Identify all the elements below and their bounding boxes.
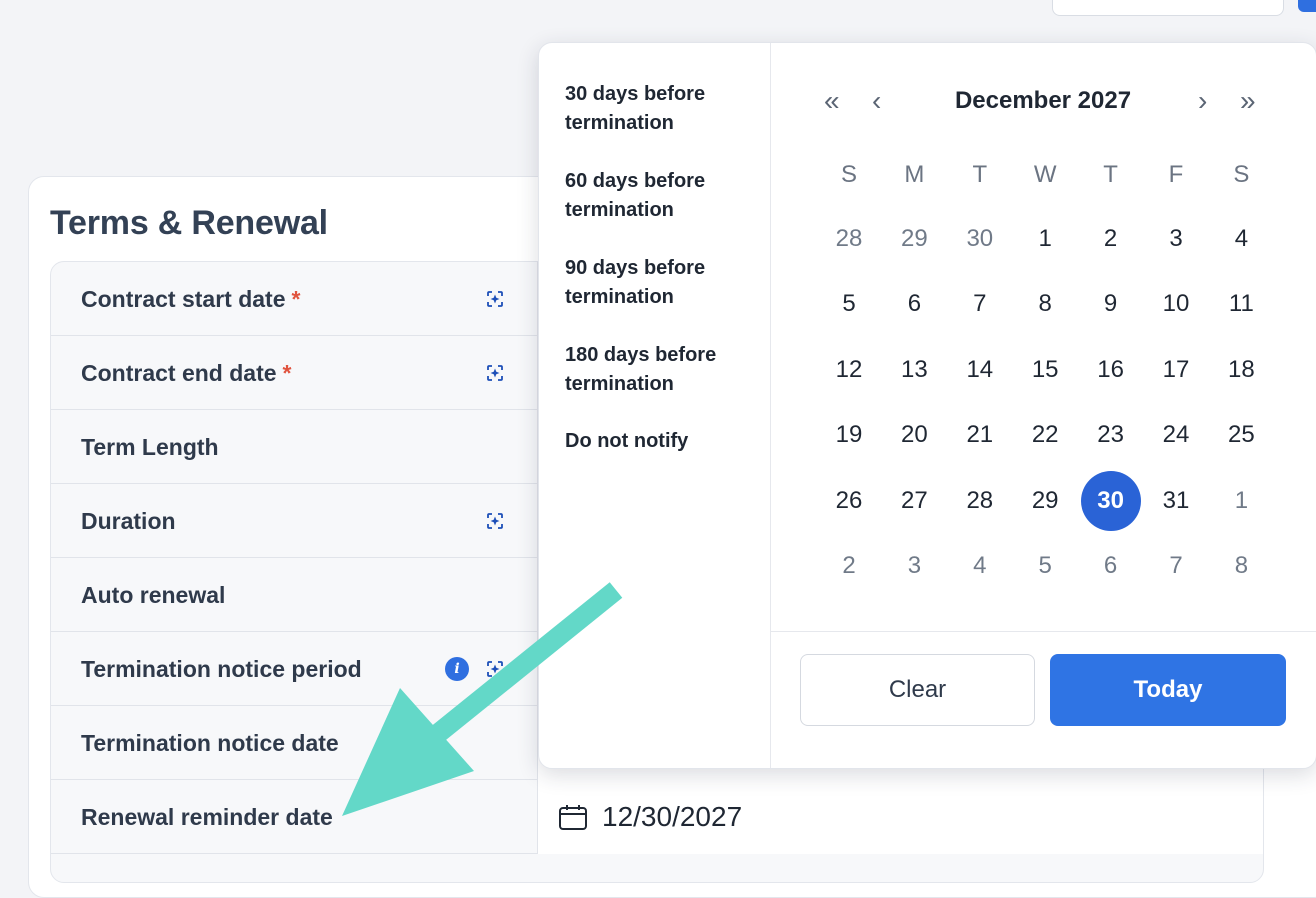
calendar-day[interactable]: 11	[1211, 274, 1271, 334]
top-dropdown[interactable]	[1052, 0, 1284, 16]
calendar-day[interactable]: 22	[1015, 405, 1075, 465]
weekday-header: W	[1033, 161, 1057, 188]
field-label-text: Contract start date	[81, 286, 286, 312]
calendar-day[interactable]: 6	[1081, 536, 1141, 596]
field-label: Term Length	[81, 434, 219, 460]
calendar-day[interactable]: 9	[1081, 274, 1141, 334]
calendar-day[interactable]: 24	[1146, 405, 1206, 465]
calendar-day[interactable]: 13	[884, 340, 944, 400]
ai-sparkle-icon[interactable]	[485, 511, 505, 531]
calendar-day[interactable]: 10	[1146, 274, 1206, 334]
row-renewal-reminder-date: Renewal reminder date 12/30/2027	[51, 780, 1263, 854]
calendar-day[interactable]: 27	[884, 471, 944, 531]
required-marker: *	[282, 360, 292, 386]
calendar-day[interactable]: 2	[1081, 209, 1141, 269]
ai-sparkle-icon[interactable]	[485, 659, 505, 679]
ai-sparkle-icon[interactable]	[485, 289, 505, 309]
clear-button[interactable]: Clear	[800, 654, 1035, 726]
field-label: Termination notice date	[81, 730, 339, 756]
calendar-day[interactable]: 28	[950, 471, 1010, 531]
field-label: Duration	[81, 508, 176, 534]
calendar-footer-divider	[770, 631, 1316, 632]
preset-90-days[interactable]: 90 days before termination	[565, 254, 755, 312]
renewal-reminder-date-input[interactable]: 12/30/2027	[537, 780, 1263, 854]
calendar-day[interactable]: 28	[819, 209, 879, 269]
top-action-button[interactable]	[1298, 0, 1316, 12]
weekday-header: S	[1233, 161, 1250, 188]
calendar-day[interactable]: 3	[1146, 209, 1206, 269]
preset-60-days[interactable]: 60 days before termination	[565, 167, 755, 225]
preset-30-days[interactable]: 30 days before termination	[565, 80, 755, 138]
calendar-day[interactable]: 17	[1146, 340, 1206, 400]
info-icon[interactable]: i	[445, 657, 469, 681]
calendar-day[interactable]: 7	[1146, 536, 1206, 596]
calendar-day-selected[interactable]: 30	[1080, 470, 1141, 531]
calendar-day[interactable]: 14	[950, 340, 1010, 400]
calendar-day[interactable]: 1	[1015, 209, 1075, 269]
calendar-icon	[559, 805, 587, 830]
calendar-day[interactable]: 8	[1211, 536, 1271, 596]
calendar-day[interactable]: 3	[884, 536, 944, 596]
weekday-header: M	[904, 161, 925, 188]
calendar-day[interactable]: 20	[884, 405, 944, 465]
calendar-day[interactable]: 5	[819, 274, 879, 334]
weekday-header: S	[840, 161, 857, 188]
ai-sparkle-icon[interactable]	[485, 363, 505, 383]
next-year-icon[interactable]: »	[1240, 79, 1256, 123]
calendar-day[interactable]: 15	[1015, 340, 1075, 400]
date-value-wrap: 12/30/2027	[558, 780, 742, 854]
field-label: Renewal reminder date	[81, 804, 333, 830]
field-label-text: Contract end date	[81, 360, 277, 386]
calendar-day[interactable]: 21	[950, 405, 1010, 465]
date-picker-popup: 30 days before termination 60 days befor…	[538, 42, 1316, 769]
calendar-day[interactable]: 2	[819, 536, 879, 596]
next-month-icon[interactable]: ›	[1198, 79, 1207, 123]
preset-180-days[interactable]: 180 days before termination	[565, 341, 755, 399]
field-label: Contract start date *	[81, 262, 300, 336]
calendar-day[interactable]: 8	[1015, 274, 1075, 334]
preset-list: 30 days before termination 60 days befor…	[539, 43, 771, 768]
preset-do-not-notify[interactable]: Do not notify	[565, 427, 755, 456]
calendar-day[interactable]: 16	[1081, 340, 1141, 400]
calendar-day[interactable]: 5	[1015, 536, 1075, 596]
calendar-day[interactable]: 19	[819, 405, 879, 465]
required-marker: *	[291, 286, 301, 312]
calendar-day[interactable]: 12	[819, 340, 879, 400]
calendar-day[interactable]: 1	[1211, 471, 1271, 531]
calendar-day[interactable]: 29	[1015, 471, 1075, 531]
card-title: Terms & Renewal	[50, 204, 328, 242]
renewal-reminder-date-value: 12/30/2027	[602, 801, 743, 832]
field-label: Termination notice period	[81, 656, 362, 682]
field-label: Contract end date *	[81, 336, 291, 410]
calendar-day[interactable]: 29	[884, 209, 944, 269]
calendar-day[interactable]: 31	[1146, 471, 1206, 531]
calendar-day[interactable]: 7	[950, 274, 1010, 334]
calendar-day[interactable]: 6	[884, 274, 944, 334]
calendar-day[interactable]: 4	[950, 536, 1010, 596]
calendar-day[interactable]: 4	[1211, 209, 1271, 269]
weekday-header: T	[1103, 161, 1118, 188]
weekday-header: F	[1168, 161, 1184, 188]
calendar-header: « ‹ December 2027 › »	[770, 73, 1316, 129]
today-button[interactable]: Today	[1050, 654, 1286, 726]
calendar-day[interactable]: 25	[1211, 405, 1271, 465]
calendar-day[interactable]: 18	[1211, 340, 1271, 400]
month-label: December 2027	[954, 87, 1132, 114]
calendar-day[interactable]: 23	[1081, 405, 1141, 465]
field-label: Auto renewal	[81, 582, 226, 608]
calendar-day[interactable]: 26	[819, 471, 879, 531]
calendar-day[interactable]: 30	[950, 209, 1010, 269]
weekday-header: T	[972, 161, 988, 188]
